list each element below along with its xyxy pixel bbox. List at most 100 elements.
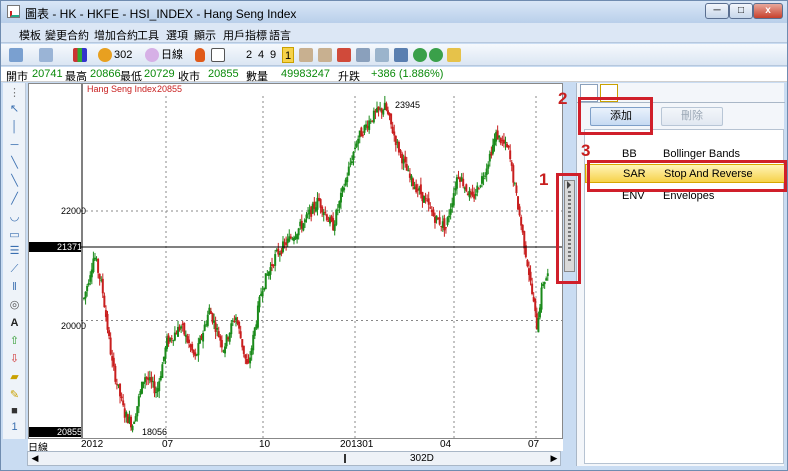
candle-body xyxy=(258,296,261,308)
price-chart[interactable]: 21371 20855 22000 20000 Hang Seng Index … xyxy=(28,83,563,439)
candle-body xyxy=(543,282,546,285)
arc-icon[interactable]: ◡ xyxy=(8,211,21,224)
down-arrow-icon[interactable]: ⇩ xyxy=(8,353,21,366)
zoom-2[interactable]: 2 xyxy=(246,47,252,63)
horizontal-line-icon[interactable]: ─ xyxy=(8,139,21,152)
menu-display[interactable]: 顯示 xyxy=(194,27,216,43)
candle-body xyxy=(509,150,512,160)
candle-body xyxy=(297,228,300,236)
indicator-code: BB xyxy=(622,148,637,160)
chart-canvas[interactable]: 21371 20855 22000 20000 Hang Seng Index … xyxy=(29,84,562,438)
candle-body xyxy=(303,219,306,223)
candle-body xyxy=(347,166,350,176)
save-icon[interactable] xyxy=(394,48,408,62)
candle-body xyxy=(253,327,256,336)
candle-body xyxy=(305,214,308,218)
candle-body xyxy=(134,416,137,422)
candle-body xyxy=(372,110,375,123)
line-width-icon[interactable]: 1 xyxy=(8,421,21,434)
chart-type-icon[interactable] xyxy=(39,48,53,62)
title-bar[interactable]: 圖表 - HK - HKFE - HSI_INDEX - Hang Seng I… xyxy=(1,1,787,23)
fill-color-icon[interactable]: ■ xyxy=(8,405,21,418)
low-annotation: 18056 xyxy=(142,427,167,437)
minimize-button[interactable]: ─ xyxy=(705,3,729,19)
undo-icon[interactable] xyxy=(299,48,313,62)
print-icon[interactable] xyxy=(375,48,389,62)
menu-change-contract[interactable]: 變更合約 xyxy=(45,27,89,43)
menu-bar: 模板 變更合約 增加合約 工具 選項 顯示 用戶指標 語言 xyxy=(1,23,787,43)
menu-language[interactable]: 語言 xyxy=(269,27,291,43)
zoom-in-icon[interactable] xyxy=(413,48,427,62)
candle-body xyxy=(101,278,104,294)
vertical-line-icon[interactable]: │ xyxy=(8,121,21,134)
fibonacci-icon[interactable]: ☰ xyxy=(8,245,21,258)
scroll-left-icon[interactable]: ◀ xyxy=(29,453,41,464)
fan-icon[interactable]: ⟋ xyxy=(8,263,21,276)
candle-body xyxy=(444,227,447,229)
flag-icon[interactable] xyxy=(337,48,351,62)
grip-icon: ⋮ xyxy=(9,87,20,99)
scroll-right-icon[interactable]: ▶ xyxy=(548,453,560,464)
candle-body xyxy=(213,320,216,323)
text-tool-icon[interactable]: A xyxy=(8,317,21,330)
scroll-range-label: 302D xyxy=(410,453,434,464)
layout-icon[interactable] xyxy=(9,48,23,62)
candle-body xyxy=(239,331,242,339)
change-label: 升跌 xyxy=(338,71,360,83)
trend-line-icon[interactable]: ╲ xyxy=(8,157,21,170)
candle-body xyxy=(133,421,136,424)
menu-options[interactable]: 選項 xyxy=(166,27,188,43)
candle-body xyxy=(520,216,523,226)
period-value[interactable]: 302 xyxy=(114,47,132,63)
spiral-icon[interactable]: ◎ xyxy=(8,299,21,312)
clear-drawings-icon[interactable]: ✎ xyxy=(8,389,21,402)
close-button[interactable]: x xyxy=(753,3,783,19)
delete-indicator-button[interactable]: 刪除 xyxy=(661,107,723,126)
rectangle-icon[interactable]: ▭ xyxy=(8,229,21,242)
up-arrow-icon[interactable]: ⇧ xyxy=(8,335,21,348)
candle-body xyxy=(407,170,410,172)
cycle-lines-icon[interactable]: ‖ xyxy=(8,281,21,294)
cursor-icon[interactable]: ↖ xyxy=(8,103,21,116)
horizontal-scrollbar[interactable]: ◀ 302D ▶ xyxy=(27,451,561,466)
candle-body xyxy=(187,339,190,344)
maximize-button[interactable]: □ xyxy=(729,3,753,19)
clear-icon[interactable] xyxy=(447,48,461,62)
candle-body xyxy=(244,354,247,359)
zoom-4[interactable]: 4 xyxy=(258,47,264,63)
high-annotation: 23945 xyxy=(395,100,420,110)
redo-icon[interactable] xyxy=(318,48,332,62)
candle-body xyxy=(526,260,529,267)
scroll-thumb[interactable] xyxy=(344,454,346,463)
candle-body xyxy=(382,110,385,115)
menu-user-indicators[interactable]: 用戶指標 xyxy=(223,27,267,43)
menu-template[interactable]: 模板 xyxy=(19,27,41,43)
crosshair-icon[interactable] xyxy=(211,48,225,62)
eraser-icon[interactable]: ▰ xyxy=(8,371,21,384)
candle-body xyxy=(446,217,449,225)
channel-icon[interactable]: ╱ xyxy=(8,193,21,206)
candle-body xyxy=(354,147,357,150)
interval-icon xyxy=(145,48,159,62)
candle-body xyxy=(474,193,477,196)
candle-body xyxy=(230,323,233,335)
interval-value[interactable]: 日線 xyxy=(161,47,183,63)
color-icon[interactable] xyxy=(195,48,205,62)
x-tick: 07 xyxy=(528,439,540,450)
candle-body xyxy=(197,343,200,356)
candle-body xyxy=(161,364,164,378)
candle-body xyxy=(136,406,139,417)
candle-body xyxy=(216,328,219,330)
indicator-icon[interactable] xyxy=(73,48,87,62)
zoom-1[interactable]: 1 xyxy=(282,47,295,63)
candle-body xyxy=(112,357,115,367)
zoom-9[interactable]: 9 xyxy=(270,47,276,63)
candle-body xyxy=(485,168,488,176)
candle-body xyxy=(202,332,205,342)
menu-tools[interactable]: 工具 xyxy=(137,27,159,43)
candle-body xyxy=(249,357,252,364)
zoom-out-icon[interactable] xyxy=(429,48,443,62)
ray-icon[interactable]: ╲ xyxy=(8,175,21,188)
menu-add-contract[interactable]: 增加合約 xyxy=(94,27,138,43)
copy-icon[interactable] xyxy=(356,48,370,62)
